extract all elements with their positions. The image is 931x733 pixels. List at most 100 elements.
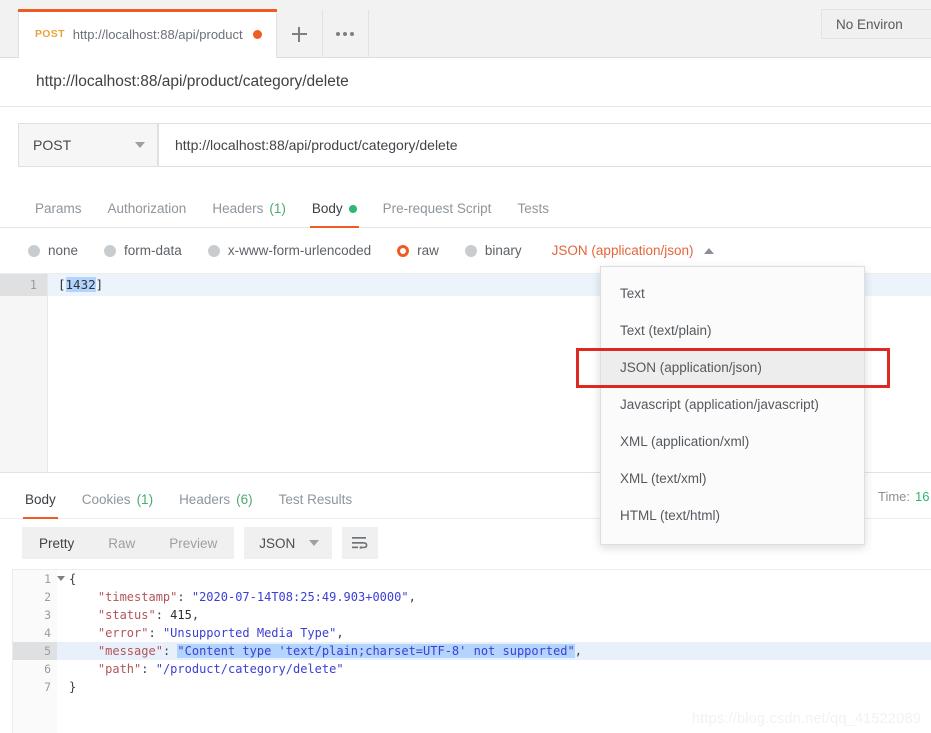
tab-label: Pre-request Script (382, 201, 492, 216)
view-mode-preview[interactable]: Preview (152, 527, 234, 559)
body-type-label: form-data (124, 243, 182, 258)
time-label: Time: (878, 488, 911, 504)
request-title-row: http://localhost:88/api/product/category… (0, 58, 931, 107)
tab-label: Body (311, 201, 343, 216)
code-sep: : (155, 608, 171, 622)
environment-selector[interactable]: No Environ (821, 9, 931, 39)
tab-label: Body (25, 492, 56, 507)
tab-authorization[interactable]: Authorization (95, 201, 200, 227)
line-number: 7 (44, 680, 51, 694)
code-key: "message" (97, 644, 163, 658)
tab-more-button[interactable] (323, 10, 369, 58)
radio-icon (464, 244, 477, 257)
code-sep: : (162, 644, 178, 658)
content-type-dropdown-menu[interactable]: Text Text (text/plain) JSON (application… (600, 266, 865, 545)
menu-item-html[interactable]: HTML (text/html) (601, 497, 864, 534)
tab-label: Test Results (278, 492, 353, 507)
body-type-raw[interactable]: raw (397, 243, 439, 258)
content-type-value: JSON (application/json) (551, 243, 694, 258)
response-editor-code[interactable]: { "timestamp": "2020-07-14T08:25:49.903+… (57, 570, 931, 733)
code-key: "timestamp" (97, 590, 178, 604)
request-tab-method: POST (35, 28, 65, 40)
body-type-label: raw (417, 243, 439, 258)
response-code-line: "message": "Content type 'text/plain;cha… (57, 642, 931, 660)
body-type-label: binary (484, 243, 522, 258)
code-key: "error" (97, 626, 149, 640)
http-method-select[interactable]: POST (18, 123, 158, 167)
tab-tests[interactable]: Tests (504, 201, 562, 227)
code-key: "path" (97, 662, 142, 676)
line-number: 2 (44, 590, 51, 604)
tab-label: Headers (212, 201, 264, 216)
response-tab-test-results[interactable]: Test Results (266, 492, 366, 518)
code-line-selection: 1432 (65, 277, 96, 292)
menu-item-text-plain[interactable]: Text (text/plain) (601, 312, 864, 349)
word-wrap-button[interactable] (342, 527, 379, 559)
body-type-label: none (48, 243, 79, 258)
url-input[interactable]: http://localhost:88/api/product/category… (158, 123, 931, 167)
response-format-select[interactable]: JSON (244, 527, 333, 559)
line-number: 4 (44, 626, 51, 640)
chevron-down-icon (135, 142, 145, 148)
code-value-selected: "Content type 'text/plain;charset=UTF-8'… (177, 644, 575, 658)
tab-headers[interactable]: Headers (1) (199, 201, 299, 227)
body-type-urlencoded[interactable]: x-www-form-urlencoded (207, 243, 372, 258)
tab-count: (1) (136, 492, 154, 507)
unsaved-dot-icon (252, 29, 262, 39)
radio-icon (28, 244, 40, 257)
line-number-value: 1 (44, 572, 51, 586)
line-number: 3 (44, 608, 51, 622)
code-comma: , (336, 626, 344, 640)
response-editor-gutter: 1 2 3 4 5 6 7 (13, 570, 65, 733)
response-code-line: "path": "/product/category/delete" (57, 660, 931, 678)
page-title: http://localhost:88/api/product/category… (36, 73, 349, 90)
code-comma: , (408, 590, 416, 604)
response-view-mode-group: Pretty Raw Preview (22, 527, 235, 559)
response-code-line: "error": "Unsupported Media Type", (57, 624, 931, 642)
tab-body[interactable]: Body (299, 201, 370, 228)
view-mode-pretty[interactable]: Pretty (22, 527, 91, 559)
code-token: } (69, 680, 77, 694)
tab-pre-request-script[interactable]: Pre-request Script (370, 201, 505, 227)
tab-params[interactable]: Params (22, 201, 95, 227)
word-wrap-icon (352, 537, 368, 550)
response-tab-body[interactable]: Body (12, 492, 69, 519)
menu-item-text[interactable]: Text (601, 275, 864, 312)
time-value: 16 (915, 488, 930, 504)
response-code-line: "status": 415, (57, 606, 931, 624)
response-code-line: } (57, 678, 931, 696)
http-method-value: POST (33, 137, 72, 153)
view-mode-raw[interactable]: Raw (91, 527, 152, 559)
response-tab-headers[interactable]: Headers (6) (166, 492, 266, 518)
body-type-label: x-www-form-urlencoded (227, 243, 372, 258)
content-type-dropdown-trigger[interactable]: JSON (application/json) (552, 243, 715, 258)
body-present-dot-icon (348, 204, 357, 213)
request-tab-url: http://localhost:88/api/product/ (72, 26, 243, 42)
body-type-binary[interactable]: binary (464, 243, 522, 258)
body-type-form-data[interactable]: form-data (104, 243, 182, 258)
body-type-none[interactable]: none (28, 243, 78, 258)
line-number: 1 (0, 274, 47, 296)
menu-item-xml-application[interactable]: XML (application/xml) (601, 423, 864, 460)
response-code-line: { (57, 570, 931, 588)
new-tab-button[interactable] (277, 10, 323, 58)
response-format-value: JSON (259, 535, 296, 551)
menu-item-xml-text[interactable]: XML (text/xml) (601, 460, 864, 497)
tab-bar: POST http://localhost:88/api/product/ No… (0, 0, 931, 58)
watermark: https://blog.csdn.net/qq_41522089 (691, 711, 921, 727)
ellipsis-icon (336, 32, 355, 36)
code-key: "status" (97, 608, 156, 622)
line-number: 6 (44, 662, 51, 676)
tab-count: (6) (236, 492, 253, 507)
code-comma: , (191, 608, 200, 622)
request-tab-active[interactable]: POST http://localhost:88/api/product/ (18, 9, 277, 58)
code-value: 415 (170, 608, 192, 622)
tab-label: Authorization (107, 201, 187, 216)
request-tabs: Params Authorization Headers (1) Body Pr… (0, 184, 931, 228)
url-bar: POST http://localhost:88/api/product/cat… (0, 108, 931, 184)
response-body-editor[interactable]: 1 2 3 4 5 6 7 { "timestamp": "2020-07-14… (12, 569, 931, 733)
radio-icon-selected (397, 244, 410, 257)
menu-item-javascript[interactable]: Javascript (application/javascript) (601, 386, 864, 423)
code-sep: : (148, 626, 163, 640)
response-tab-cookies[interactable]: Cookies (1) (69, 492, 166, 518)
